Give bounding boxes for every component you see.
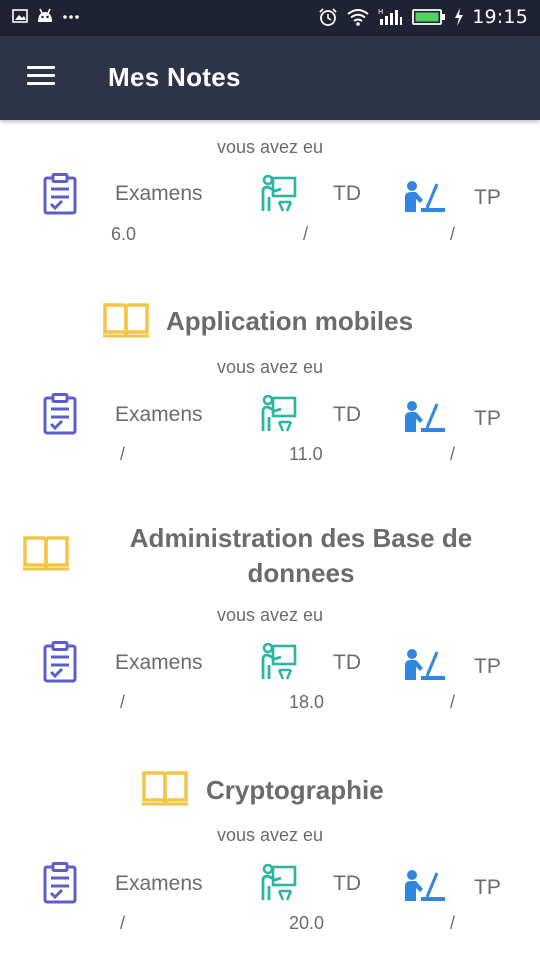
tp-label: TP bbox=[474, 655, 501, 678]
td-label: TD bbox=[333, 872, 361, 895]
td-value: 18.0 bbox=[289, 692, 325, 712]
td-teacher-icon bbox=[261, 175, 297, 212]
notes-list: vous avez eu Examens 6.0 TD / TP / Appli… bbox=[0, 120, 540, 960]
status-bar: H 19:15 bbox=[0, 0, 540, 36]
tp-label: TP bbox=[474, 407, 501, 430]
td-teacher-icon bbox=[261, 395, 297, 432]
android-icon bbox=[38, 8, 52, 22]
signal-icon: H bbox=[378, 8, 403, 25]
more-icon bbox=[63, 15, 79, 19]
tp-value: / bbox=[450, 444, 456, 464]
exam-clipboard-icon bbox=[43, 862, 77, 904]
tp-student-icon bbox=[405, 181, 445, 212]
course-subtitle: vous avez eu bbox=[216, 605, 324, 625]
status-time: 19:15 bbox=[472, 6, 528, 28]
tp-label: TP bbox=[474, 876, 501, 899]
book-icon bbox=[103, 303, 149, 338]
exam-clipboard-icon bbox=[43, 641, 77, 683]
exam-clipboard-icon bbox=[43, 393, 77, 435]
tp-student-icon bbox=[405, 870, 445, 901]
course-title: Application mobiles bbox=[166, 306, 414, 336]
td-value: / bbox=[303, 224, 309, 244]
status-right: H 19:15 bbox=[318, 6, 528, 28]
course-subtitle: vous avez eu bbox=[216, 825, 324, 845]
charging-icon bbox=[455, 8, 464, 26]
course-subtitle: vous avez eu bbox=[216, 357, 324, 377]
menu-icon[interactable] bbox=[27, 66, 57, 88]
course-subtitle: vous avez eu bbox=[216, 137, 324, 157]
page-title: Mes Notes bbox=[108, 62, 241, 92]
course-title-line1: Administration des Base de bbox=[129, 523, 473, 553]
exam-value: / bbox=[120, 913, 126, 933]
tp-value: / bbox=[450, 692, 456, 712]
exam-clipboard-icon bbox=[43, 173, 77, 215]
exam-label: Examens bbox=[115, 182, 203, 205]
course-title: Administration des Base de donnees bbox=[100, 521, 502, 591]
td-value: 20.0 bbox=[289, 913, 325, 933]
app-bar: Mes Notes bbox=[0, 36, 540, 120]
tp-student-icon bbox=[405, 649, 445, 680]
status-left bbox=[12, 8, 80, 24]
tp-value: / bbox=[450, 913, 456, 933]
book-icon bbox=[23, 536, 69, 571]
td-label: TD bbox=[333, 651, 361, 674]
tp-value: / bbox=[450, 224, 456, 244]
td-label: TD bbox=[333, 403, 361, 426]
alarm-icon bbox=[319, 8, 337, 26]
tp-student-icon bbox=[405, 401, 445, 432]
exam-label: Examens bbox=[115, 872, 203, 895]
td-value: 11.0 bbox=[289, 444, 323, 464]
td-teacher-icon bbox=[261, 643, 297, 680]
course-title: Cryptographie bbox=[206, 775, 384, 805]
exam-label: Examens bbox=[115, 651, 203, 674]
exam-value: / bbox=[120, 692, 126, 712]
td-label: TD bbox=[333, 182, 361, 205]
book-icon bbox=[142, 771, 188, 806]
battery-icon bbox=[412, 9, 446, 25]
wifi-icon bbox=[347, 9, 369, 26]
image-icon bbox=[12, 9, 28, 23]
exam-value: / bbox=[120, 444, 126, 464]
course-title-line2: donnees bbox=[247, 558, 355, 588]
exam-value: 6.0 bbox=[111, 224, 137, 244]
td-teacher-icon bbox=[261, 864, 297, 901]
tp-label: TP bbox=[474, 186, 501, 209]
exam-label: Examens bbox=[115, 403, 203, 426]
svg-text:H: H bbox=[378, 8, 383, 16]
